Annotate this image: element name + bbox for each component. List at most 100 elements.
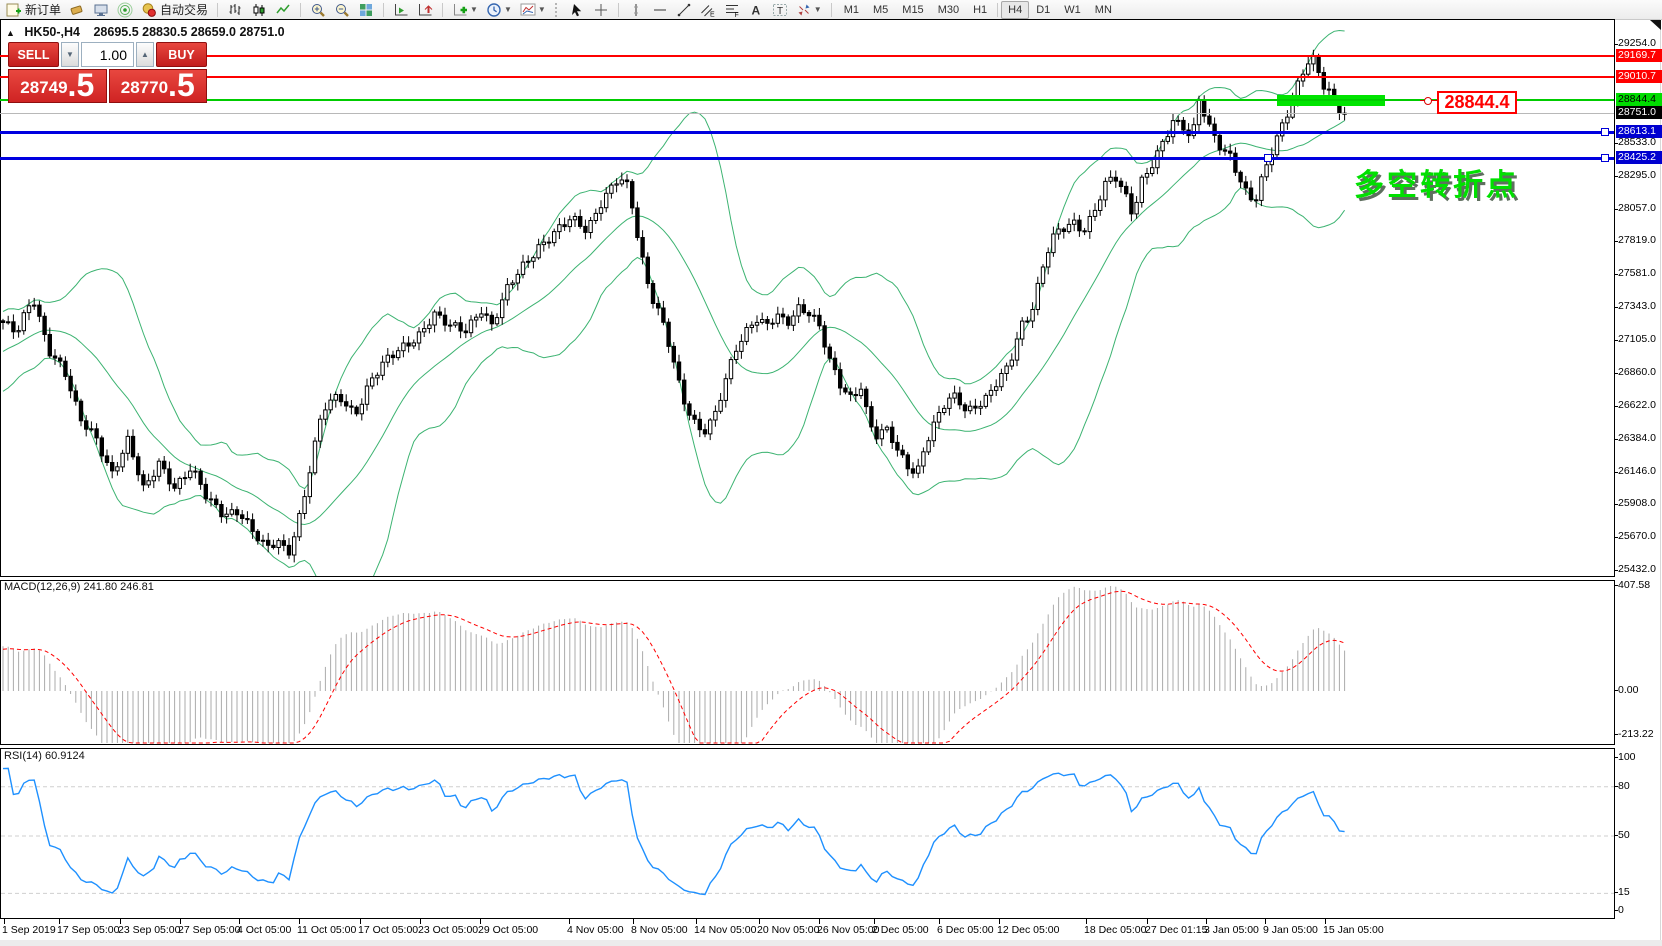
templates-dropdown-icon[interactable]: ▼ xyxy=(538,5,546,14)
horizontal-line-icon[interactable] xyxy=(648,0,672,19)
time-label: 27 Sep 05:00 xyxy=(178,924,240,936)
time-tick xyxy=(819,919,820,924)
toolbar-separator xyxy=(300,3,301,17)
macd-axis-label: 0.00 xyxy=(1618,684,1638,696)
timeframe-h4-button[interactable]: H4 xyxy=(1001,1,1029,19)
price-tag-28844[interactable]: 28844.4 xyxy=(1437,91,1517,114)
time-label: 29 Oct 05:00 xyxy=(478,924,538,936)
auto-trading-button[interactable]: 自动交易 xyxy=(137,0,212,19)
collapse-panel-icon[interactable]: ▲ xyxy=(6,28,15,38)
vertical-line-icon[interactable] xyxy=(624,0,648,19)
macd-axis-tick xyxy=(1614,734,1618,735)
price-tick-label: 26860.0 xyxy=(1616,366,1662,379)
periods-icon[interactable]: ▼ xyxy=(482,0,516,19)
rsi-chart xyxy=(1,749,1614,918)
arrows-icon[interactable]: ▼ xyxy=(792,0,826,19)
timeframe-m5-button[interactable]: M5 xyxy=(866,1,895,19)
crosshair-icon[interactable] xyxy=(589,0,613,19)
time-label: 11 Oct 05:00 xyxy=(297,924,356,936)
arrows-dropdown-icon[interactable]: ▼ xyxy=(814,5,822,14)
hline-resistance-1[interactable] xyxy=(0,55,1614,57)
sell-button[interactable]: SELL xyxy=(8,42,59,67)
price-label-red-2: 29010.7 xyxy=(1616,70,1662,83)
indicators-icon[interactable]: ▼ xyxy=(448,0,482,19)
rsi-axis-tick xyxy=(1614,835,1618,836)
bar-chart-icon xyxy=(227,2,243,18)
time-tick xyxy=(1206,919,1207,924)
timeframe-m1-button[interactable]: M1 xyxy=(837,1,866,19)
volume-input[interactable]: 1.00 xyxy=(81,42,134,67)
hline-resistance-2[interactable] xyxy=(0,76,1614,78)
macd-axis-label: -213.22 xyxy=(1618,728,1654,740)
toolbar-separator xyxy=(217,3,218,17)
price-tick-label: 25908.0 xyxy=(1616,497,1662,510)
new-order-label: 新订单 xyxy=(25,1,61,18)
periods-icon xyxy=(486,2,502,18)
text-label-icon[interactable]: T xyxy=(768,0,792,19)
tile-windows-icon xyxy=(358,2,374,18)
timeframe-mn-button[interactable]: MN xyxy=(1088,1,1119,19)
line-handle-1[interactable] xyxy=(1601,128,1609,136)
price-label-current: 28751.0 xyxy=(1616,106,1662,119)
rsi-axis-label: 15 xyxy=(1618,886,1630,898)
timeframe-m15-button[interactable]: M15 xyxy=(895,1,930,19)
volume-decrease-button[interactable]: ▼ xyxy=(61,42,79,67)
terminal-icon[interactable] xyxy=(89,0,113,19)
hline-support-green[interactable] xyxy=(0,99,1614,101)
chart-shift-icon[interactable] xyxy=(389,0,413,19)
text-icon: A xyxy=(748,2,764,18)
annotation-text-cn[interactable]: 多空转折点 xyxy=(1354,160,1519,204)
eraser-icon[interactable] xyxy=(65,0,89,19)
svg-text:T: T xyxy=(777,6,783,17)
eraser-icon xyxy=(69,2,85,18)
time-tick xyxy=(569,919,570,924)
candle-chart-icon[interactable] xyxy=(247,0,271,19)
line-handle-3[interactable] xyxy=(1264,154,1272,162)
periods-dropdown-icon[interactable]: ▼ xyxy=(504,5,512,14)
new-order-button[interactable]: 新订单 xyxy=(2,0,65,19)
equidistant-channel-icon[interactable]: E xyxy=(696,0,720,19)
cursor-icon[interactable] xyxy=(565,0,589,19)
price-tick-label: 27105.0 xyxy=(1616,333,1662,346)
trendline-icon[interactable] xyxy=(672,0,696,19)
ask-price-button[interactable]: 28770.5 xyxy=(109,69,208,103)
macd-label: MACD(12,26,9) 241.80 246.81 xyxy=(4,581,154,593)
templates-icon[interactable]: ▼ xyxy=(516,0,550,19)
signal-icon[interactable] xyxy=(113,0,137,19)
rsi-pane[interactable] xyxy=(0,748,1615,919)
macd-pane[interactable] xyxy=(0,580,1615,745)
text-icon[interactable]: A xyxy=(744,0,768,19)
timeframe-m30-button[interactable]: M30 xyxy=(931,1,966,19)
zoom-in-icon[interactable] xyxy=(306,0,330,19)
time-tick xyxy=(1086,919,1087,924)
bid-price-button[interactable]: 28749.5 xyxy=(8,69,107,103)
buy-button[interactable]: BUY xyxy=(156,42,207,67)
time-label: 27 Dec 01:15 xyxy=(1145,924,1207,936)
timeframe-d1-button[interactable]: D1 xyxy=(1029,1,1057,19)
indicators-dropdown-icon[interactable]: ▼ xyxy=(470,5,478,14)
fibonacci-icon[interactable]: F xyxy=(720,0,744,19)
zoom-out-icon[interactable] xyxy=(330,0,354,19)
scroll-to-end-marker[interactable] xyxy=(1650,20,1661,30)
time-label: 2 Dec 05:00 xyxy=(872,924,929,936)
chart-autoscroll-icon[interactable] xyxy=(413,0,437,19)
timeframe-h1-button[interactable]: H1 xyxy=(966,1,994,19)
macd-chart xyxy=(1,581,1614,744)
time-tick xyxy=(59,919,60,924)
bar-chart-icon[interactable] xyxy=(223,0,247,19)
line-chart-icon[interactable] xyxy=(271,0,295,19)
toolbar-separator xyxy=(442,3,443,17)
chart-shift-icon xyxy=(393,2,409,18)
time-label: 23 Oct 05:00 xyxy=(418,924,478,936)
line-handle-2[interactable] xyxy=(1601,154,1609,162)
time-label: 23 Sep 05:00 xyxy=(118,924,180,936)
hline-blue-1[interactable] xyxy=(0,131,1614,134)
volume-increase-button[interactable]: ▲ xyxy=(136,42,154,67)
toolbar-separator xyxy=(618,3,619,17)
zoom-out-icon xyxy=(334,2,350,18)
tile-windows-icon[interactable] xyxy=(354,0,378,19)
current-price-line[interactable] xyxy=(0,113,1614,114)
templates-icon xyxy=(520,2,536,18)
rsi-axis-label: 50 xyxy=(1618,829,1630,841)
timeframe-w1-button[interactable]: W1 xyxy=(1057,1,1088,19)
